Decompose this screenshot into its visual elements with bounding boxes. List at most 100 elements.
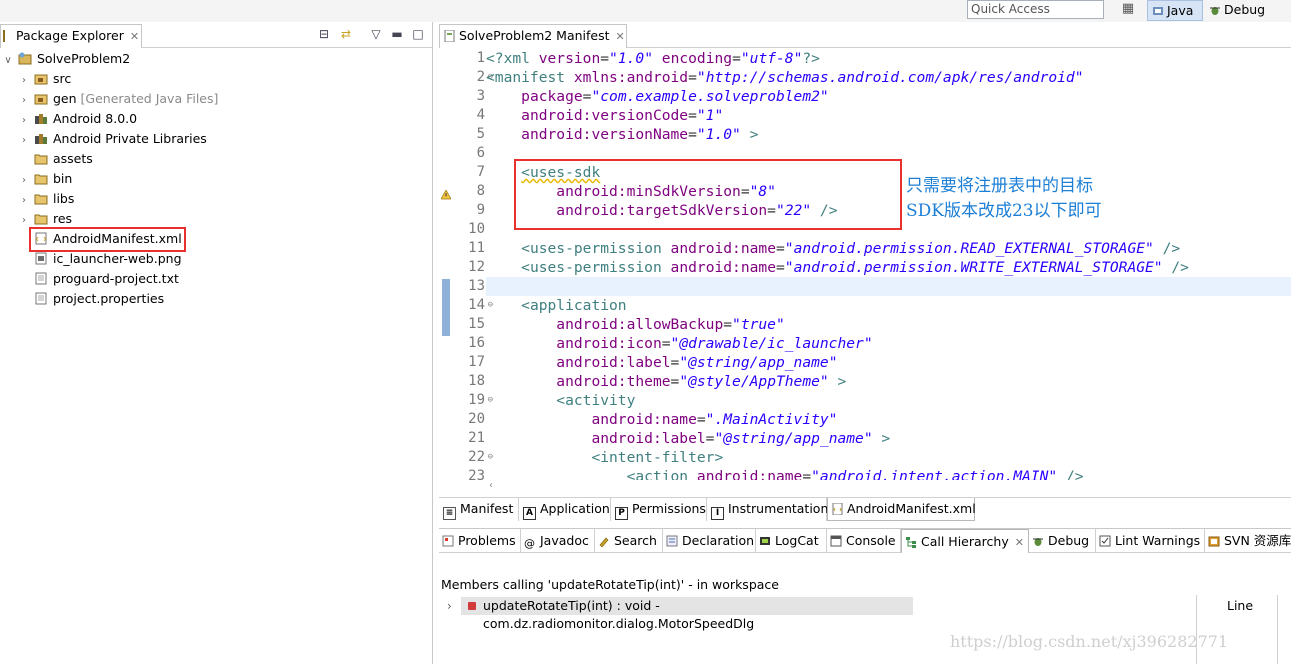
warning-icon[interactable] — [440, 188, 452, 200]
tab-logcat[interactable]: LogCat — [756, 529, 827, 553]
maximize-icon[interactable]: □ — [410, 26, 426, 42]
tab-console[interactable]: Console — [827, 529, 901, 553]
code-line[interactable]: <manifest xmlns:android="http://schemas.… — [486, 68, 1291, 87]
tab-label: Manifest — [460, 501, 514, 516]
chevron-right-icon[interactable]: › — [18, 71, 30, 91]
watermark: https://blog.csdn.net/xj396282771 — [950, 632, 1229, 651]
code-line[interactable] — [486, 277, 1291, 296]
horizontal-scrollbar[interactable]: ‹ — [486, 480, 1291, 492]
tree-item-project-properties[interactable]: project.properties — [0, 289, 432, 309]
code-line[interactable]: <uses-permission android:name="android.p… — [486, 258, 1291, 277]
caller-item[interactable]: updateRotateTip(int) : void - com.dz.rad… — [461, 597, 913, 631]
tab-package-explorer[interactable]: Package Explorer ✕ — [0, 24, 142, 48]
tab-problems[interactable]: Problems — [439, 529, 521, 553]
tree-label: ic_launcher-web.png — [52, 251, 182, 266]
annotation-line: 只需要将注册表中的目标 — [906, 176, 1093, 196]
package-explorer-view: Package Explorer ✕ ⊟ ⇄ ▽ ▬ □ ∨ SolveProbl… — [0, 22, 433, 664]
code-line[interactable]: <action android:name="android.intent.act… — [486, 467, 1291, 480]
tree-item-proguard[interactable]: proguard-project.txt — [0, 269, 432, 289]
view-menu-icon[interactable]: ▽ — [368, 26, 384, 42]
chevron-right-icon[interactable]: › — [18, 91, 30, 111]
open-perspective-icon[interactable]: ▦ — [1118, 1, 1138, 19]
tab-manifest-editor[interactable]: SolveProblem2 Manifest ✕ — [439, 24, 627, 48]
tab-androidmanifest-xml-page[interactable]: AndroidManifest.xml — [827, 498, 976, 521]
tab-manifest-page[interactable]: ≡ Manifest — [439, 498, 519, 521]
collapse-all-icon[interactable]: ⊟ — [316, 26, 332, 42]
tree-item-android-sdk[interactable]: › Android 8.0.0 — [0, 109, 432, 129]
code-line[interactable]: android:name=".MainActivity" — [486, 410, 1291, 429]
line-number: 22 ⊖ — [468, 449, 493, 465]
code-line[interactable]: android:label="@string/app_name" > — [486, 429, 1291, 448]
chevron-right-icon[interactable]: › — [18, 111, 30, 131]
call-hierarchy-row[interactable]: › updateRotateTip(int) : void - com.dz.r… — [439, 596, 1219, 631]
tree-item-res[interactable]: › res — [0, 209, 432, 229]
minimize-icon[interactable]: ▬ — [389, 26, 405, 42]
tab-lint-warnings[interactable]: Lint Warnings — [1096, 529, 1205, 553]
chevron-right-icon[interactable]: › — [18, 131, 30, 151]
source-folder-icon — [34, 94, 48, 105]
code-line[interactable]: android:theme="@style/AppTheme" > — [486, 372, 1291, 391]
line-number: 18 — [468, 373, 485, 389]
link-with-editor-icon[interactable]: ⇄ — [338, 26, 354, 42]
line-number: 1 — [476, 50, 485, 66]
chevron-right-icon[interactable]: › — [18, 191, 30, 211]
close-icon[interactable]: ✕ — [616, 30, 625, 43]
code-text[interactable]: <?xml version="1.0" encoding="utf-8"?> <m… — [486, 49, 1291, 480]
close-icon[interactable]: ✕ — [1015, 536, 1024, 549]
code-line[interactable]: android:allowBackup="true" — [486, 315, 1291, 334]
manifest-icon: ≡ — [443, 507, 456, 520]
chevron-right-icon[interactable]: › — [18, 171, 30, 191]
chevron-right-icon[interactable]: › — [447, 596, 452, 616]
code-line[interactable]: android:icon="@drawable/ic_launcher" — [486, 334, 1291, 353]
chevron-left-icon[interactable]: ‹ — [489, 480, 493, 491]
perspective-java-button[interactable]: Java — [1147, 0, 1203, 21]
tab-debug[interactable]: Debug — [1029, 529, 1096, 553]
code-line[interactable]: <?xml version="1.0" encoding="utf-8"?> — [486, 49, 1291, 68]
line-number: 9 — [476, 202, 485, 218]
tree-item-libs[interactable]: › libs — [0, 189, 432, 209]
tab-application-page[interactable]: A Application — [519, 498, 611, 521]
code-line[interactable]: package="com.example.solveproblem2" — [486, 87, 1291, 106]
code-line[interactable]: <intent-filter> — [486, 448, 1291, 467]
image-file-icon — [35, 252, 47, 265]
source-folder-icon — [34, 74, 48, 85]
tab-permissions-page[interactable]: P Permissions — [611, 498, 707, 521]
code-editor[interactable]: 1 2 ⊖ 3 4 5 6 7 8 9 10 11 12 13 14 ⊖ 15 16… — [439, 49, 1291, 480]
code-line[interactable]: <application — [486, 296, 1291, 315]
tree-item-project[interactable]: ∨ SolveProblem2 — [0, 49, 432, 69]
code-line[interactable]: <activity — [486, 391, 1291, 410]
change-marker — [442, 279, 450, 336]
code-line[interactable]: <uses-permission android:name="android.p… — [486, 239, 1291, 258]
tab-javadoc[interactable]: @ Javadoc — [521, 529, 595, 553]
tab-svn-repository[interactable]: SVN 资源库 — [1205, 529, 1291, 553]
tree-decoration: [Generated Java Files] — [80, 91, 219, 106]
close-icon[interactable]: ✕ — [130, 30, 139, 43]
tree-item-gen[interactable]: › gen [Generated Java Files] — [0, 89, 432, 109]
lint-warnings-icon — [1099, 535, 1111, 547]
tab-instrumentation-page[interactable]: I Instrumentation — [707, 498, 828, 521]
debug-icon — [1033, 538, 1043, 546]
perspective-debug-button[interactable]: Debug — [1207, 0, 1287, 21]
tree-item-ic-launcher[interactable]: ic_launcher-web.png — [0, 249, 432, 269]
line-number: 15 — [468, 316, 485, 332]
call-hierarchy-description: Members calling 'updateRotateTip(int)' -… — [441, 577, 779, 592]
annotation-text: 只需要将注册表中的目标 SDK版本改成23以下即可 — [906, 174, 1102, 224]
text-file-icon — [35, 272, 47, 285]
tree-item-src[interactable]: › src — [0, 69, 432, 89]
tree-item-assets[interactable]: assets — [0, 149, 432, 169]
chevron-down-icon[interactable]: ∨ — [2, 51, 14, 71]
tree-item-bin[interactable]: › bin — [0, 169, 432, 189]
tab-call-hierarchy[interactable]: Call Hierarchy ✕ — [901, 529, 1029, 553]
pane-splitter[interactable] — [1196, 595, 1197, 664]
line-number: 5 — [476, 126, 485, 142]
tab-label: SVN 资源库 — [1224, 533, 1291, 548]
tab-declaration[interactable]: Declaration — [663, 529, 756, 553]
quick-access-input[interactable]: Quick Access — [967, 0, 1104, 19]
tree-label: project.properties — [52, 291, 165, 306]
code-line[interactable]: android:versionCode="1" — [486, 106, 1291, 125]
tree-item-private-libraries[interactable]: › Android Private Libraries — [0, 129, 432, 149]
tab-search[interactable]: Search — [595, 529, 663, 553]
svn-repository-icon — [1208, 536, 1220, 547]
code-line[interactable]: android:versionName="1.0" > — [486, 125, 1291, 144]
code-line[interactable]: android:label="@string/app_name" — [486, 353, 1291, 372]
